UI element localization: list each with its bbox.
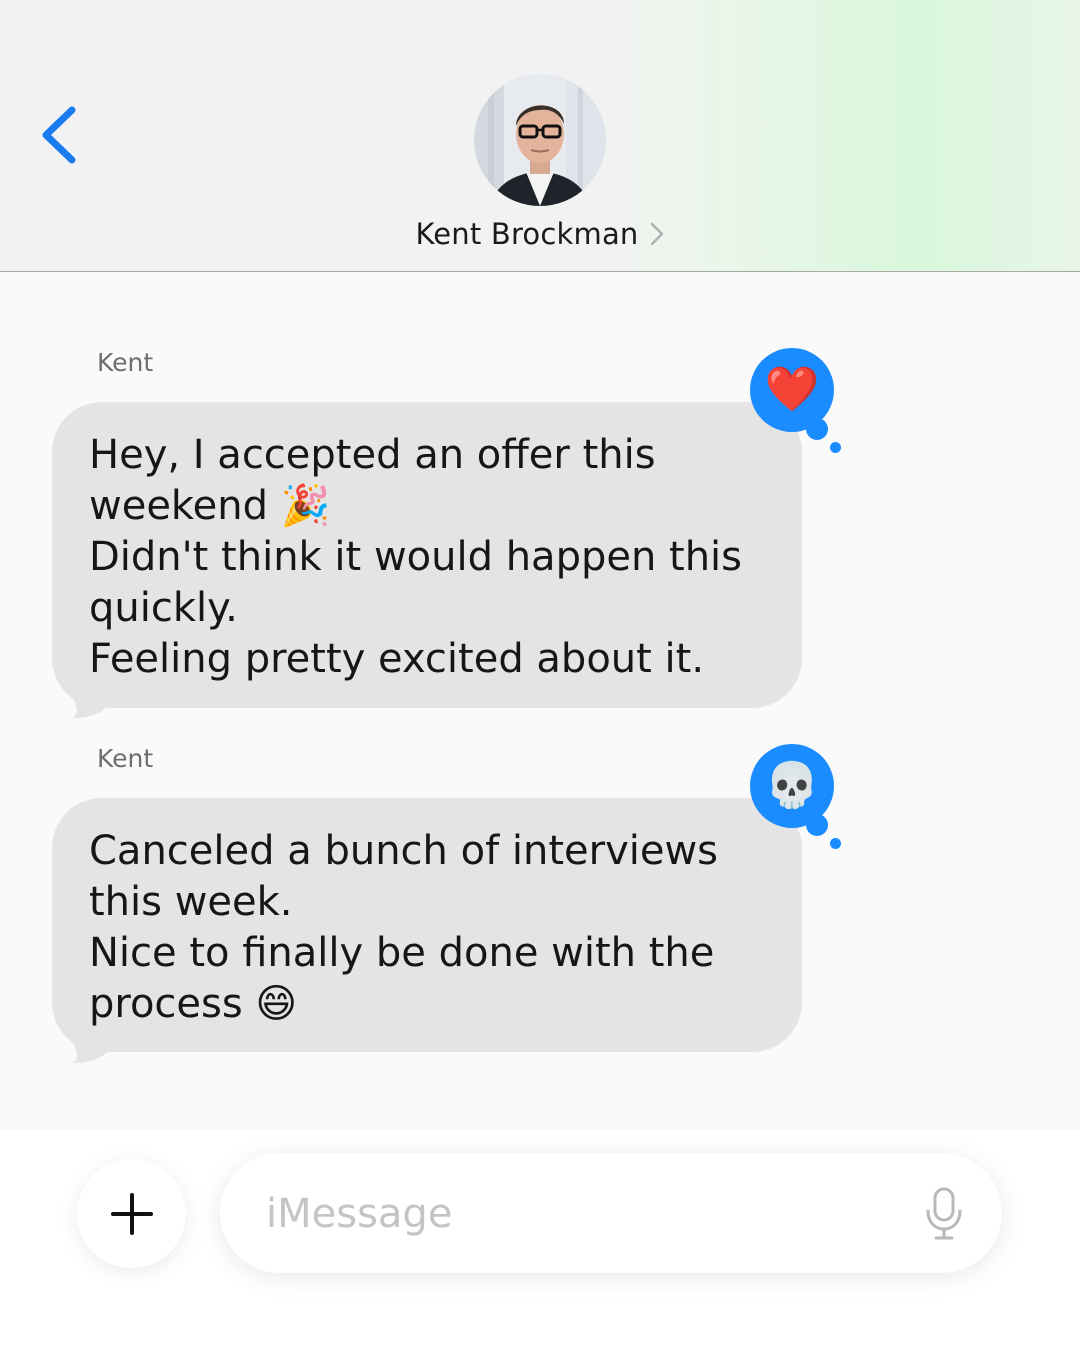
- microphone-icon[interactable]: [924, 1187, 964, 1241]
- heart-tapback[interactable]: ❤️: [750, 348, 841, 458]
- message-input-container[interactable]: [220, 1153, 1002, 1273]
- conversation-screen: Kent Brockman Kent Hey, I accepted an of…: [0, 0, 1080, 1350]
- contact-name: Kent Brockman: [415, 217, 639, 251]
- contact-photo: [474, 74, 606, 206]
- sender-label: Kent: [97, 744, 154, 773]
- message-text: Canceled a bunch of interviews this week…: [89, 828, 719, 1027]
- conversation-header: Kent Brockman: [0, 0, 1080, 272]
- message-text: Hey, I accepted an offer this weekend 🎉 …: [89, 432, 743, 682]
- skull-tapback[interactable]: 💀: [750, 744, 841, 854]
- plus-icon: [110, 1192, 153, 1235]
- message-bubble[interactable]: Hey, I accepted an offer this weekend 🎉 …: [52, 402, 802, 708]
- tapback-dot: [830, 442, 841, 453]
- tapback-dot: [806, 814, 828, 836]
- message-input[interactable]: [264, 1181, 908, 1247]
- plus-button[interactable]: [77, 1159, 186, 1268]
- tapback-dot: [830, 838, 841, 849]
- chevron-left-icon[interactable]: [36, 100, 86, 170]
- sender-label: Kent: [97, 348, 154, 377]
- avatar[interactable]: [474, 74, 606, 206]
- tapback-dot: [806, 418, 828, 440]
- chevron-right-icon: [650, 222, 663, 246]
- contact-name-row[interactable]: Kent Brockman: [0, 212, 1080, 256]
- message-bubble[interactable]: Canceled a bunch of interviews this week…: [52, 798, 802, 1052]
